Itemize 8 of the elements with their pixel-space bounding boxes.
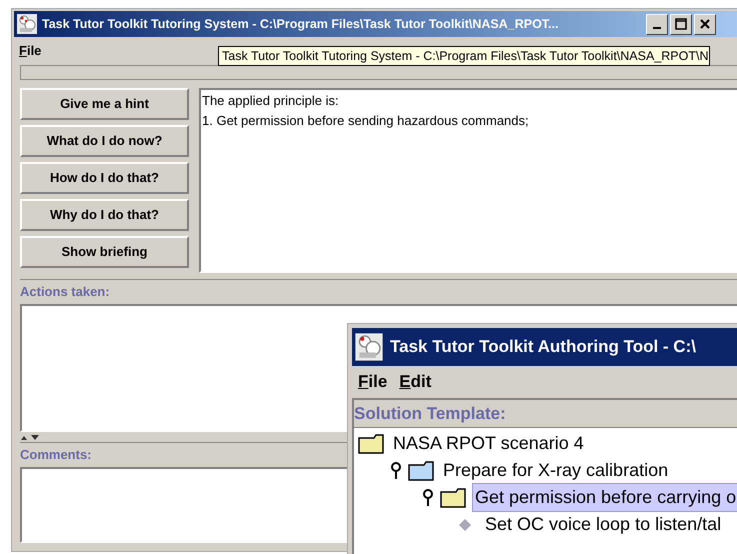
window-title: Task Tutor Toolkit Tutoring System - C:\Program Files\Task Tutor Toolkit\NASA_RPOT... xyxy=(42,16,560,33)
comments-label: Comments: xyxy=(20,447,92,462)
hint-text-line: The applied principle is: xyxy=(202,92,340,110)
window-title: Task Tutor Toolkit Authoring Tool - C:\ xyxy=(390,336,696,358)
actions-label: Actions taken: xyxy=(20,284,110,299)
tooltip: Task Tutor Toolkit Tutoring System - C:\Program Files\Task Tutor Toolkit\NASA_RPOT\N xyxy=(218,46,710,66)
section-label: Solution Template: xyxy=(354,402,506,425)
hint-text-line: 1. Get permission before sending hazardous commands; xyxy=(202,112,530,130)
